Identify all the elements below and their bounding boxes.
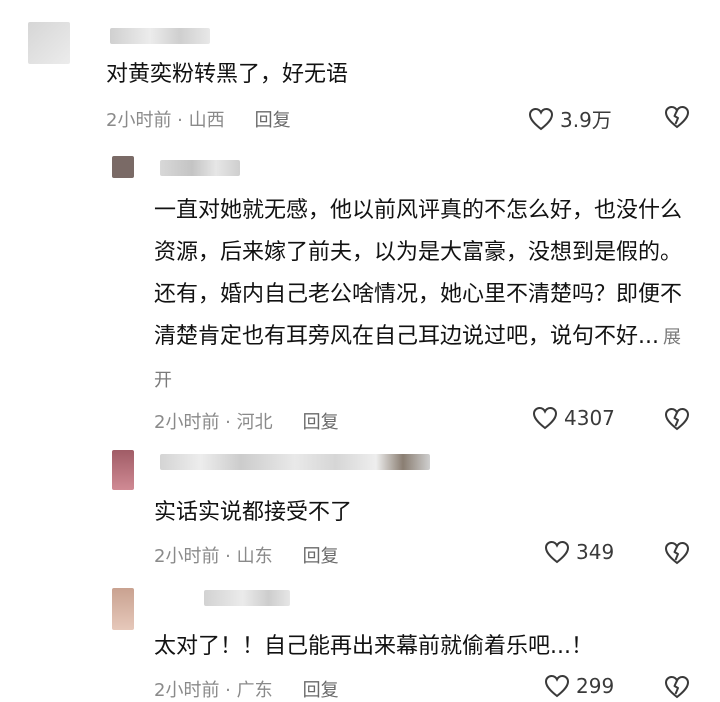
reply-button[interactable]: 回复 <box>303 546 339 567</box>
location: 山西 <box>188 110 225 131</box>
username-blurred[interactable] <box>160 454 430 470</box>
avatar[interactable] <box>28 22 70 64</box>
dislike-button[interactable] <box>664 675 690 699</box>
timestamp: 2小时前 · <box>154 412 237 433</box>
like-count: 299 <box>576 674 615 698</box>
comment-text: 实话实说都接受不了 <box>154 500 353 525</box>
username-blurred[interactable] <box>110 28 210 44</box>
like-count: 4307 <box>564 406 615 430</box>
avatar[interactable] <box>112 588 134 630</box>
comment-meta: 2小时前 · 山西 回复 <box>106 106 291 132</box>
timestamp: 2小时前 · <box>106 110 189 131</box>
comment-body: 一直对她就无感，他以前风评真的不怎么好，也没什么资源，后来嫁了前夫，以为是大富豪… <box>154 198 683 349</box>
comment-meta: 2小时前 · 河北 回复 <box>154 408 339 434</box>
dislike-button[interactable] <box>664 541 690 565</box>
like-button[interactable]: 299 <box>544 674 614 698</box>
timestamp: 2小时前 · <box>154 546 237 567</box>
broken-heart-icon <box>664 541 690 565</box>
location: 广东 <box>236 680 273 701</box>
comment-meta: 2小时前 · 广东 回复 <box>154 676 339 702</box>
heart-icon <box>532 406 558 430</box>
like-count: 349 <box>576 540 615 564</box>
dislike-button[interactable] <box>664 105 690 129</box>
heart-icon <box>528 107 554 130</box>
username-blurred[interactable] <box>204 590 290 606</box>
username-blurred[interactable] <box>160 160 240 176</box>
like-button[interactable]: 3.9万 <box>528 104 612 133</box>
comment-meta: 2小时前 · 山东 回复 <box>154 542 339 568</box>
broken-heart-icon <box>664 407 690 431</box>
avatar[interactable] <box>112 156 134 178</box>
location: 山东 <box>236 546 273 567</box>
broken-heart-icon <box>664 105 690 129</box>
like-button[interactable]: 349 <box>544 540 614 564</box>
location: 河北 <box>236 412 273 433</box>
heart-icon <box>544 540 570 564</box>
dislike-button[interactable] <box>664 407 690 431</box>
comment-text: 对黄奕粉转黑了，好无语 <box>106 62 349 87</box>
heart-icon <box>544 674 570 698</box>
comment-text: 太对了！！自己能再出来幕前就偷着乐吧...！ <box>154 634 593 659</box>
like-button[interactable]: 4307 <box>532 406 615 430</box>
reply-button[interactable]: 回复 <box>303 680 339 701</box>
timestamp: 2小时前 · <box>154 680 237 701</box>
avatar[interactable] <box>112 450 134 490</box>
comment-text: 一直对她就无感，他以前风评真的不怎么好，也没什么资源，后来嫁了前夫，以为是大富豪… <box>154 190 694 402</box>
reply-button[interactable]: 回复 <box>255 110 291 131</box>
reply-button[interactable]: 回复 <box>303 412 339 433</box>
like-count: 3.9万 <box>560 108 612 132</box>
broken-heart-icon <box>664 675 690 699</box>
